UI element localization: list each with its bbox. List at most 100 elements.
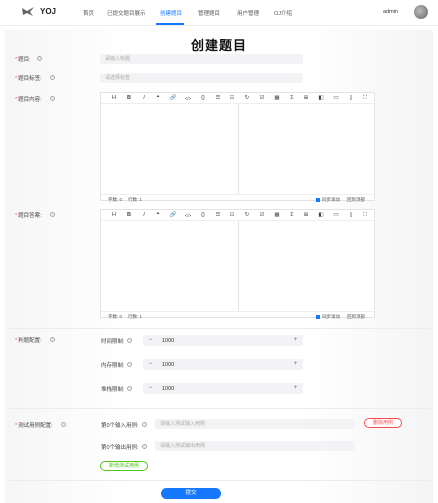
brand-name[interactable]: YOJ xyxy=(40,7,56,16)
memory-limit-label: 内存限制: xyxy=(101,363,125,369)
answer-editor[interactable]: H B I ❝ 🔗 </> {} ☰ ☷ ↻ ☑ ▦ Σ ⊞ ◧ ▭ ▯ ⛶ 字… xyxy=(100,209,375,319)
sidebar-icon[interactable]: ▯ xyxy=(347,95,355,102)
nav-item-home[interactable]: 首页 xyxy=(83,9,94,17)
judge-config-help-icon[interactable]: ? xyxy=(50,337,55,342)
fullscreen-icon[interactable]: ⛶ xyxy=(361,95,369,102)
code-icon[interactable]: </> xyxy=(184,212,192,219)
answer-label: *题目答案: xyxy=(15,213,42,219)
time-limit-decrement-button[interactable]: − xyxy=(145,335,156,346)
section-divider xyxy=(10,408,430,409)
tags-label: *题目标签: xyxy=(15,76,42,82)
submit-button[interactable]: 提交 xyxy=(161,488,221,499)
back-to-top-link[interactable]: 回到顶部 xyxy=(347,314,365,320)
stack-limit-help-icon[interactable]: ? xyxy=(127,386,132,391)
stack-limit-increment-button[interactable]: + xyxy=(290,383,301,394)
memory-limit-increment-button[interactable]: + xyxy=(290,359,301,370)
username[interactable]: admin xyxy=(383,9,398,15)
preview-icon[interactable]: ◧ xyxy=(317,212,325,219)
stack-limit-label: 堆栈限制: xyxy=(101,387,125,393)
code-block-icon[interactable]: {} xyxy=(199,95,207,102)
heading-icon[interactable]: H xyxy=(110,95,118,102)
quote-icon[interactable]: ❝ xyxy=(154,95,162,102)
nav-item-manage-questions[interactable]: 管理题目 xyxy=(198,9,220,17)
strikethrough-icon[interactable]: ↻ xyxy=(243,212,251,219)
delete-case-button[interactable]: 删除用例 xyxy=(364,418,402,428)
italic-icon[interactable]: I xyxy=(140,212,148,219)
time-limit-help-icon[interactable]: ? xyxy=(127,338,132,343)
case-input-field[interactable]: 请输入测试输入用例 xyxy=(155,419,355,429)
sync-scroll-label[interactable]: 同步滚动 xyxy=(322,197,340,203)
sidebar-icon[interactable]: ▯ xyxy=(347,212,355,219)
editor-pane-divider xyxy=(238,221,239,311)
case-output-help-icon[interactable]: ? xyxy=(142,444,147,449)
title-label: *题目: xyxy=(15,57,31,63)
answer-help-icon[interactable]: ? xyxy=(50,212,55,217)
italic-icon[interactable]: I xyxy=(140,95,148,102)
task-list-icon[interactable]: ☑ xyxy=(258,95,266,102)
stack-limit-stepper[interactable]: − 1000 + xyxy=(143,383,303,394)
time-limit-value[interactable]: 1000 xyxy=(162,338,174,344)
title-help-icon[interactable]: ? xyxy=(37,56,42,61)
test-cases-help-icon[interactable]: ? xyxy=(61,422,66,427)
tags-select[interactable]: 请选择标签 xyxy=(100,73,303,83)
table-icon[interactable]: ▦ xyxy=(273,212,281,219)
math-icon[interactable]: Σ xyxy=(288,95,296,102)
title-input[interactable]: 请输入标题 xyxy=(100,54,303,64)
sync-scroll-label[interactable]: 同步滚动 xyxy=(322,314,340,320)
math-icon[interactable]: Σ xyxy=(288,212,296,219)
link-icon[interactable]: 🔗 xyxy=(169,212,177,219)
ordered-list-icon[interactable]: ☷ xyxy=(228,212,236,219)
time-limit-stepper[interactable]: − 1000 + xyxy=(143,335,303,346)
test-cases-label: *测试用例配置: xyxy=(15,423,53,429)
bold-icon[interactable]: B xyxy=(125,212,133,219)
top-nav: YOJ 首页 已提交题目展示 创建题目 管理题目 用户管理 OJ介绍 admin xyxy=(0,0,438,26)
content-editor-toolbar: H B I ❝ 🔗 </> {} ☰ ☷ ↻ ☑ ▦ Σ ⊞ ◧ ▭ ▯ ⛶ xyxy=(101,93,374,104)
unordered-list-icon[interactable]: ☰ xyxy=(214,212,222,219)
memory-limit-stepper[interactable]: − 1000 + xyxy=(143,359,303,370)
stack-limit-decrement-button[interactable]: − xyxy=(145,383,156,394)
link-icon[interactable]: 🔗 xyxy=(169,95,177,102)
nav-item-oj-intro[interactable]: OJ介绍 xyxy=(274,9,292,17)
heading-icon[interactable]: H xyxy=(110,212,118,219)
content-help-icon[interactable]: ? xyxy=(50,96,55,101)
time-limit-increment-button[interactable]: + xyxy=(290,335,301,346)
code-block-icon[interactable]: {} xyxy=(199,212,207,219)
stack-limit-value[interactable]: 1000 xyxy=(162,386,174,392)
tags-help-icon[interactable]: ? xyxy=(50,75,55,80)
case-input-label: 第0个输入用例: xyxy=(101,423,139,429)
strikethrough-icon[interactable]: ↻ xyxy=(243,95,251,102)
code-icon[interactable]: </> xyxy=(184,95,192,102)
fullscreen-icon[interactable]: ⛶ xyxy=(361,212,369,219)
unordered-list-icon[interactable]: ☰ xyxy=(214,95,222,102)
bold-icon[interactable]: B xyxy=(125,95,133,102)
memory-limit-decrement-button[interactable]: − xyxy=(145,359,156,370)
split-view-icon[interactable]: ▭ xyxy=(332,212,340,219)
ordered-list-icon[interactable]: ☷ xyxy=(228,95,236,102)
image-icon[interactable]: ⊞ xyxy=(302,95,310,102)
answer-editor-toolbar: H B I ❝ 🔗 </> {} ☰ ☷ ↻ ☑ ▦ Σ ⊞ ◧ ▭ ▯ ⛶ xyxy=(101,210,374,221)
avatar[interactable] xyxy=(414,5,428,19)
answer-editor-status-bar: 字数: 0 行数: 1 同步滚动 回到顶部 xyxy=(101,311,374,319)
image-icon[interactable]: ⊞ xyxy=(302,212,310,219)
sync-scroll-checkbox[interactable] xyxy=(316,314,320,319)
preview-icon[interactable]: ◧ xyxy=(317,95,325,102)
quote-icon[interactable]: ❝ xyxy=(154,212,162,219)
time-limit-label: 时间限制: xyxy=(101,339,125,345)
case-output-field[interactable]: 请输入测试输出用例 xyxy=(155,441,355,451)
nav-item-user-management[interactable]: 用户管理 xyxy=(237,9,259,17)
add-case-button[interactable]: 新增测试用例 xyxy=(100,461,148,471)
memory-limit-value[interactable]: 1000 xyxy=(162,362,174,368)
task-list-icon[interactable]: ☑ xyxy=(258,212,266,219)
content-editor[interactable]: H B I ❝ 🔗 </> {} ☰ ☷ ↻ ☑ ▦ Σ ⊞ ◧ ▭ ▯ ⛶ 字… xyxy=(100,92,375,203)
nav-item-create-question[interactable]: 创建题目 xyxy=(160,9,182,17)
active-tab-indicator xyxy=(156,23,184,25)
memory-limit-help-icon[interactable]: ? xyxy=(127,362,132,367)
sync-scroll-checkbox[interactable] xyxy=(316,197,320,202)
content-label: *题目内容: xyxy=(15,97,42,103)
back-to-top-link[interactable]: 回到顶部 xyxy=(347,197,365,203)
line-count: 行数: 1 xyxy=(128,314,143,319)
case-input-help-icon[interactable]: ? xyxy=(142,422,147,427)
table-icon[interactable]: ▦ xyxy=(273,95,281,102)
split-view-icon[interactable]: ▭ xyxy=(332,95,340,102)
nav-item-submissions[interactable]: 已提交题目展示 xyxy=(107,9,146,17)
